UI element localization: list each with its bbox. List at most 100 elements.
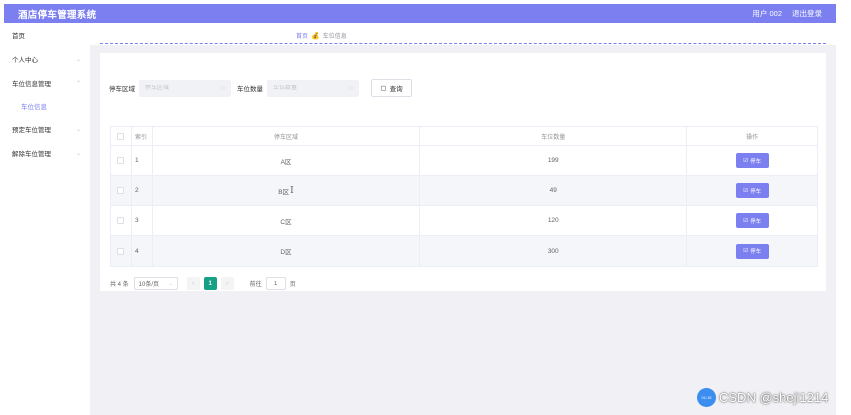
- area-input-wrapper: ○: [139, 79, 231, 97]
- table-row: 2 B区 I 49 ☑ 停车: [111, 176, 817, 206]
- chevron-down-icon: ⌄: [75, 126, 81, 133]
- row-select[interactable]: [111, 176, 132, 205]
- main-header: 首页 💰 车位信息: [90, 23, 836, 45]
- park-button[interactable]: ☑ 停车: [735, 153, 769, 168]
- query-button[interactable]: ▢ 查询: [371, 79, 412, 97]
- checkbox[interactable]: [117, 132, 125, 140]
- chevron-up-icon: ⌃: [75, 80, 81, 87]
- park-button[interactable]: ☑ 停车: [735, 243, 769, 259]
- cell-count: 120: [420, 206, 688, 235]
- table-header-row: 索引 停车区域 车位数量 操作: [111, 127, 817, 146]
- cell-actions: ☑ 停车: [687, 206, 817, 235]
- sidebar-item-label: 个人中心: [12, 57, 38, 64]
- column-header-actions: 操作: [746, 134, 759, 141]
- cell-count: 49: [420, 176, 688, 205]
- search-icon: ▢: [380, 85, 387, 92]
- cell-area: B区 I: [153, 176, 421, 205]
- sidebar-item-reservation-management[interactable]: 预定车位管理 ⌄: [4, 117, 90, 141]
- edit-icon: ☑: [743, 187, 749, 194]
- sidebar: 首页 个人中心 ⌄ 车位信息管理 ⌃ 车位信息 预定车位管理 ⌄ 解除车位管理 …: [4, 23, 90, 415]
- row-select[interactable]: [111, 236, 132, 266]
- table-row: 1 A区 199 ☑ 停车: [111, 146, 817, 176]
- breadcrumb-current: 车位信息: [322, 34, 347, 40]
- park-button-label: 停车: [750, 249, 762, 255]
- pagination-total: 共 4 条: [110, 282, 129, 288]
- top-right-actions: 用户 002 退出登录: [752, 8, 822, 19]
- sidebar-item-label: 车位信息: [21, 104, 47, 111]
- park-button-label: 停车: [750, 158, 762, 165]
- cell-index: 1: [132, 146, 153, 175]
- sidebar-item-label: 解除车位管理: [12, 151, 51, 158]
- park-button[interactable]: ☑ 停车: [735, 183, 769, 198]
- checkbox[interactable]: [117, 217, 125, 224]
- checkbox[interactable]: [117, 187, 125, 194]
- app-title: 酒店停车管理系统: [18, 9, 97, 21]
- cell-area: A区: [153, 146, 421, 175]
- goto-label: 前往: [249, 282, 262, 288]
- cell-count: 300: [420, 236, 688, 266]
- page-size-select[interactable]: 10条/页 ⌄: [133, 277, 178, 290]
- divider: [100, 43, 826, 44]
- goto-page: 前往 页: [250, 277, 296, 290]
- breadcrumb-home[interactable]: 首页: [296, 31, 308, 40]
- area-search-input[interactable]: [145, 85, 215, 91]
- page-number-current[interactable]: 1: [203, 277, 217, 290]
- chevron-down-icon: ⌄: [168, 280, 173, 287]
- search-form: 停车区域 ○ 车位数量 ○ ▢ 查询: [109, 79, 412, 97]
- chevron-right-icon: ›: [226, 280, 229, 287]
- park-button[interactable]: ☑ 停车: [735, 213, 769, 228]
- row-select[interactable]: [111, 206, 132, 235]
- goto-page-input[interactable]: [265, 277, 286, 290]
- cell-actions: ☑ 停车: [687, 236, 817, 266]
- cell-actions: ☑ 停车: [687, 176, 817, 205]
- next-page-button[interactable]: ›: [220, 277, 234, 290]
- logout-link[interactable]: 退出登录: [792, 8, 822, 19]
- prev-page-button[interactable]: ‹: [186, 277, 200, 290]
- goto-unit: 页: [289, 282, 296, 288]
- pagination: 共 4 条 10条/页 ⌄ ‹ 1 › 前往 页: [110, 277, 296, 290]
- row-select[interactable]: [111, 146, 132, 175]
- table-row: 3 C区 120 ☑ 停车: [111, 206, 817, 236]
- edit-icon: ☑: [743, 248, 749, 254]
- main-area: 首页 💰 车位信息 停车区域 ○ 车位数量 ○ ▢ 查询: [90, 23, 836, 415]
- breadcrumb-separator-icon: 💰: [311, 32, 320, 40]
- count-search-input[interactable]: [273, 85, 343, 91]
- checkbox[interactable]: [117, 157, 125, 164]
- sidebar-item-release-management[interactable]: 解除车位管理 ⌄: [4, 141, 90, 165]
- chevron-down-icon: ⌄: [75, 56, 81, 63]
- sidebar-item-home[interactable]: 首页: [4, 23, 90, 47]
- sidebar-item-personal-center[interactable]: 个人中心 ⌄: [4, 47, 90, 71]
- sidebar-item-label: 车位信息管理: [12, 81, 51, 88]
- text-cursor-icon: I: [290, 185, 294, 196]
- sidebar-item-parking-info-management[interactable]: 车位信息管理 ⌃: [4, 71, 90, 95]
- cell-index: 3: [132, 206, 153, 235]
- sidebar-subitem-parking-info[interactable]: 车位信息: [4, 95, 90, 117]
- table-row: 4 D区 300 ☑ 停车: [111, 236, 817, 266]
- column-header-area: 停车区域: [153, 127, 421, 145]
- count-label: 车位数量: [237, 86, 263, 93]
- checkbox[interactable]: [117, 247, 125, 255]
- cell-area: D区: [153, 236, 421, 266]
- cell-count: 199: [420, 146, 688, 175]
- park-button-label: 停车: [750, 188, 762, 195]
- sidebar-item-label: 首页: [12, 33, 25, 40]
- parking-table: 索引 停车区域 车位数量 操作 1 A区 199 ☑ 停车 2 B区 I 49 …: [110, 126, 818, 267]
- cell-area-text: B区: [278, 188, 290, 196]
- cell-area: C区: [153, 206, 421, 235]
- edit-icon: ☑: [743, 217, 749, 224]
- watermark-badge: 01:15: [697, 388, 716, 407]
- park-button-label: 停车: [750, 218, 762, 225]
- user-label[interactable]: 用户 002: [752, 8, 782, 19]
- search-icon: ○: [348, 84, 353, 92]
- top-bar: 酒店停车管理系统 用户 002 退出登录: [4, 4, 836, 23]
- sidebar-item-label: 预定车位管理: [12, 127, 51, 134]
- watermark-text: CSDN @sheji1214: [719, 390, 829, 405]
- area-label: 停车区域: [109, 86, 135, 93]
- chevron-left-icon: ‹: [192, 280, 195, 287]
- search-icon: ○: [220, 84, 225, 92]
- query-button-label: 查询: [389, 86, 403, 93]
- watermark: 01:15 CSDN @sheji1214: [697, 388, 828, 407]
- edit-icon: ☑: [743, 157, 749, 164]
- cell-index: 2: [132, 176, 153, 205]
- header-select-all[interactable]: [111, 127, 132, 145]
